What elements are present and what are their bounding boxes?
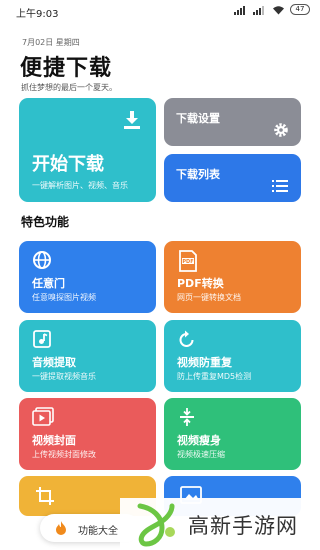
status-icons: 47 [234, 4, 310, 15]
download-settings-title: 下载设置 [176, 112, 220, 125]
page-title: 便捷下载 [20, 56, 113, 81]
feature-card-video-slim[interactable]: 视频瘦身 视频极速压缩 [164, 398, 301, 470]
feature-card-video-dedup[interactable]: 视频防重复 防上传重复MD5检测 [164, 320, 301, 392]
feature-desc: 视频极速压缩 [177, 450, 225, 459]
signal-icon [253, 5, 264, 15]
video-play-icon [32, 407, 54, 426]
download-icon [124, 111, 140, 129]
watermark-text: 高新手游网 [188, 514, 298, 538]
feature-desc: 网页一键转换文档 [177, 293, 241, 302]
feature-title: 视频封面 [32, 434, 76, 447]
feature-desc: 一键提取视频音乐 [32, 372, 96, 381]
download-settings-card[interactable]: 下载设置 [164, 98, 301, 146]
page-subtitle: 抓住梦想的最后一个夏天。 [21, 83, 117, 92]
crop-icon [36, 487, 54, 505]
watermark: 高新手游网 [120, 498, 320, 550]
feature-desc: 任意嗅探图片视频 [32, 293, 96, 302]
date-label: 7月02日 星期四 [22, 38, 80, 47]
globe-icon [33, 251, 51, 269]
feature-title: 音频提取 [32, 356, 76, 369]
start-download-desc: 一键解析图片、视频、音乐 [32, 181, 128, 190]
site-logo [137, 503, 175, 547]
download-list-card[interactable]: 下载列表 [164, 154, 301, 202]
gear-icon [274, 123, 288, 137]
pdf-icon: PDF [179, 250, 197, 272]
feature-title: 视频防重复 [177, 356, 232, 369]
list-icon [272, 180, 288, 192]
feature-card-pdf[interactable]: PDF PDF转换 网页一键转换文档 [164, 241, 301, 313]
flame-icon [56, 521, 66, 535]
start-download-title: 开始下载 [32, 154, 104, 175]
feature-card-any-door[interactable]: 任意门 任意嗅探图片视频 [19, 241, 156, 313]
feature-desc: 防上传重复MD5检测 [177, 372, 252, 381]
feature-desc: 上传视频封面修改 [32, 450, 96, 459]
download-list-title: 下载列表 [176, 168, 220, 181]
feature-title: PDF转换 [177, 277, 224, 290]
all-features-label: 功能大全 [78, 526, 118, 537]
feature-title: 视频瘦身 [177, 434, 221, 447]
refresh-icon [179, 330, 194, 347]
battery-indicator: 47 [290, 4, 310, 15]
section-title: 特色功能 [21, 215, 70, 229]
compress-icon [180, 408, 194, 426]
feature-card-audio-extract[interactable]: 音频提取 一键提取视频音乐 [19, 320, 156, 392]
feature-title: 任意门 [32, 277, 65, 290]
status-time: 上午9:03 [16, 9, 59, 20]
feature-card-video-cover[interactable]: 视频封面 上传视频封面修改 [19, 398, 156, 470]
svg-text:PDF: PDF [182, 259, 193, 265]
status-bar: 上午9:03 47 [0, 0, 320, 22]
wifi-icon [273, 5, 284, 14]
music-icon [33, 330, 51, 348]
signal-icon [234, 5, 245, 15]
start-download-card[interactable]: 开始下载 一键解析图片、视频、音乐 [19, 98, 156, 202]
